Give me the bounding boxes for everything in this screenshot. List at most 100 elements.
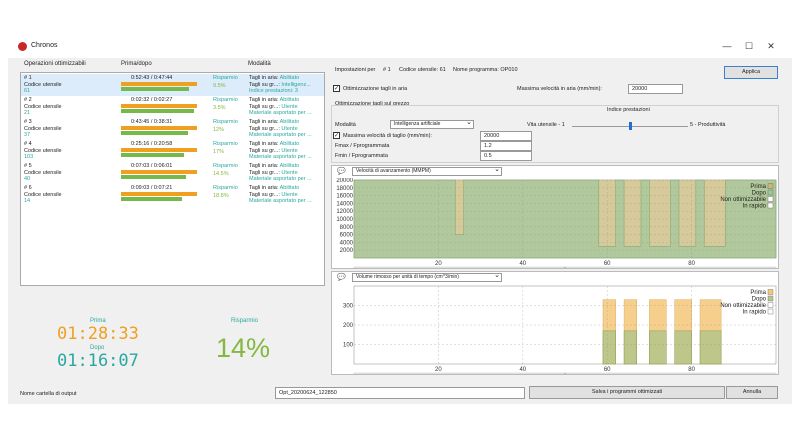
operation-row[interactable]: # 6 Codice utensile 14 0:09:03 / 0:07:21… xyxy=(21,184,324,206)
mode-detail: Materiale asportato per ... xyxy=(249,198,312,205)
air-speed-input[interactable]: 20000 xyxy=(628,84,683,94)
solid-cuts-value: Utente xyxy=(281,191,298,198)
operation-mode: Tagli in aria: Abilitato Tagli su gr...:… xyxy=(249,185,312,205)
air-cuts-label: Tagli in aria: xyxy=(249,97,279,103)
after-time-bar xyxy=(121,153,184,157)
before-after-times: 0:52:43 / 0:47:44 xyxy=(131,75,173,81)
operation-row[interactable]: # 4 Codice utensile 103 0:25:16 / 0:20:5… xyxy=(21,140,324,162)
save-optimized-programs-button[interactable]: Salva i programmi ottimizzati xyxy=(529,386,725,399)
column-header-operations[interactable]: Operazioni ottimizzabili xyxy=(24,61,86,67)
before-time-bar xyxy=(121,82,197,86)
tool-code-label: Codice utensile xyxy=(24,125,62,132)
x-tick-label: 60 xyxy=(604,367,611,373)
x-tick-label: 60 xyxy=(604,261,611,267)
before-time-bar xyxy=(121,192,197,196)
air-cuts-value: Abilitato xyxy=(279,97,300,103)
x-tick-label: 20 xyxy=(435,367,442,373)
legend-label: Prima xyxy=(750,290,766,296)
dopo-bar xyxy=(623,330,637,365)
solid-cuts-value: Utente xyxy=(281,147,298,154)
column-header-before-after[interactable]: Prima/dopo xyxy=(121,61,152,67)
fmax-label: Fmax / Fprogrammata xyxy=(335,143,390,149)
before-after-times: 0:25:16 / 0:20:58 xyxy=(131,141,173,147)
saving-label: Risparmio xyxy=(213,75,238,81)
legend-swatch xyxy=(767,302,774,308)
max-cut-speed-label: Massima velocità di taglio (mm/min): xyxy=(343,133,432,139)
chart-options-icon[interactable]: 💬 xyxy=(337,167,346,175)
performance-slider-thumb[interactable] xyxy=(629,122,632,130)
y-tick-label: 16000 xyxy=(336,194,353,200)
mode-detail: Materiale asportato per ... xyxy=(249,132,312,139)
before-after-times: 0:43:45 / 0:38:31 xyxy=(131,119,173,125)
minimize-button[interactable]: — xyxy=(716,39,738,53)
solid-cuts-value: Utente xyxy=(281,125,298,132)
output-folder-input[interactable]: Opt_20200624_122850 xyxy=(275,387,525,399)
solid-cuts-label: Tagli su gr...: xyxy=(249,125,280,132)
legend-swatch xyxy=(767,183,774,189)
maximize-button[interactable]: ☐ xyxy=(738,39,760,53)
fmin-input[interactable]: 0.5 xyxy=(480,151,532,161)
performance-index-label: Indice prestazioni xyxy=(607,107,650,113)
solid-cuts-label: Tagli su gr...: xyxy=(249,191,280,198)
air-cuts-label: Tagli in aria: xyxy=(249,185,279,191)
max-cut-speed-input[interactable]: 20000 xyxy=(480,131,532,141)
operation-row[interactable]: # 3 Codice utensile 37 0:43:45 / 0:38:31… xyxy=(21,118,324,140)
operation-mode: Tagli in aria: Abilitato Tagli su gr...:… xyxy=(249,141,312,161)
mode-detail: Materiale asportato per ... xyxy=(249,110,312,117)
chart-options-icon[interactable]: 💬 xyxy=(337,273,346,281)
legend-swatch xyxy=(767,308,774,315)
legend-swatch xyxy=(767,202,774,209)
x-tick-label: 80 xyxy=(688,261,695,267)
mode-select[interactable]: Intelligenza artificiale xyxy=(390,119,474,129)
x-tick-label: 40 xyxy=(519,261,526,267)
saving-label: Risparmio xyxy=(213,97,238,103)
solid-cuts-label: Tagli su gr...: xyxy=(249,81,280,88)
saving-label: Risparmio xyxy=(213,141,238,147)
feed-rate-chart-select[interactable]: Velocità di avanzamento (MMPM) xyxy=(352,166,502,176)
air-optimization-checkbox[interactable]: ✓ xyxy=(333,85,340,92)
fmax-input[interactable]: 1.2 xyxy=(480,141,532,151)
before-time-bar xyxy=(121,126,197,130)
output-folder-label: Nome cartella di output xyxy=(20,391,77,397)
operation-number: # 3 xyxy=(24,119,32,125)
before-after-times: 0:02:32 / 0:02:27 xyxy=(131,97,173,103)
cancel-button[interactable]: Annulla xyxy=(726,386,778,399)
max-cut-speed-checkbox[interactable]: ✓ xyxy=(333,132,340,139)
y-tick-label: 100 xyxy=(343,343,354,349)
legend-swatch xyxy=(767,295,774,302)
removed-volume-chart-select[interactable]: Volume rimosso per unità di tempo (cm^3/… xyxy=(352,272,502,282)
tool-code: 21 xyxy=(24,110,31,117)
settings-op-number: # 1 xyxy=(383,67,391,73)
operation-number: # 6 xyxy=(24,185,32,191)
settings-program-name: Nome programma: OP010 xyxy=(453,67,518,73)
after-time-bar xyxy=(121,197,182,201)
legend-label: Dopo xyxy=(752,191,767,197)
close-button[interactable]: ✕ xyxy=(760,39,782,53)
y-tick-label: 2000 xyxy=(340,248,354,254)
legend-label: In rapido xyxy=(743,204,767,210)
y-tick-label: 300 xyxy=(343,304,354,310)
operation-info: # 1 Codice utensile 61 xyxy=(24,75,62,95)
operation-info: # 5 Codice utensile 40 xyxy=(24,163,62,183)
removed-volume-chart[interactable]: 300 200 100 20 40 60 80 PrimaDopoNon ottimizzab… xyxy=(332,284,778,374)
y-tick-label: 6000 xyxy=(340,233,354,239)
feed-rate-chart[interactable]: 2000018000160001400012000100008000600040… xyxy=(332,178,778,268)
operation-row[interactable]: # 2 Codice utensile 21 0:02:32 / 0:02:27… xyxy=(21,96,324,118)
column-header-mode[interactable]: Modalità xyxy=(248,61,271,67)
solid-cuts-label: Tagli su gr...: xyxy=(249,169,280,176)
after-time-bar xyxy=(121,109,194,113)
apply-button[interactable]: Applica xyxy=(724,66,778,79)
operation-row[interactable]: # 5 Codice utensile 40 0:07:03 / 0:06:01… xyxy=(21,162,324,184)
saving-percent: 9.5% xyxy=(213,83,226,89)
after-total-time: 01:16:07 xyxy=(57,351,139,371)
x-tick-label: 40 xyxy=(519,367,526,373)
operation-info: # 6 Codice utensile 14 xyxy=(24,185,62,205)
operation-info: # 3 Codice utensile 37 xyxy=(24,119,62,139)
air-cuts-label: Tagli in aria: xyxy=(249,75,279,81)
legend-label: In rapido xyxy=(743,310,767,316)
operation-row[interactable]: # 1 Codice utensile 61 0:52:43 / 0:47:44… xyxy=(21,74,324,96)
tool-code: 103 xyxy=(24,154,34,161)
total-saving-label: Risparmio xyxy=(231,318,259,324)
operations-list[interactable]: # 1 Codice utensile 61 0:52:43 / 0:47:44… xyxy=(20,72,325,286)
tool-code: 61 xyxy=(24,88,31,95)
